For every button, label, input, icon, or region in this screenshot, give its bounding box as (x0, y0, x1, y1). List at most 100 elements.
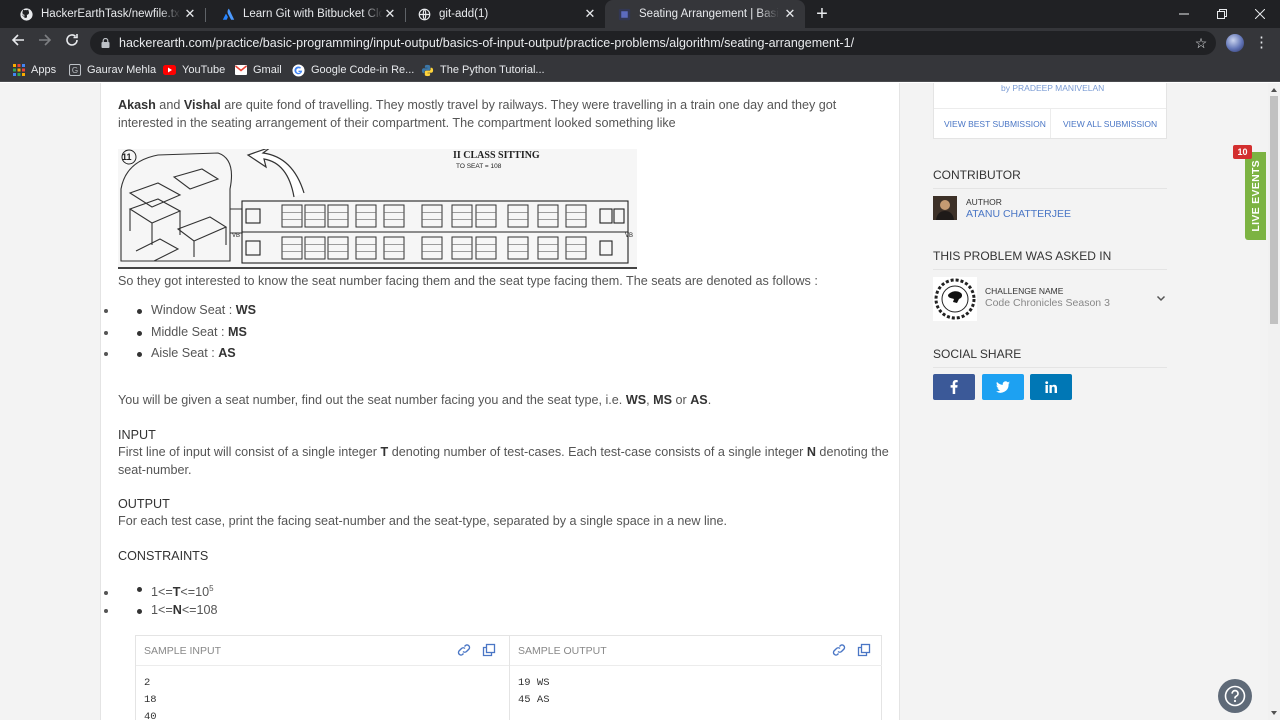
chevron-down-icon[interactable] (1155, 292, 1167, 304)
bookmark-label: Gmail (253, 64, 282, 76)
scrollbar-thumb[interactable] (1270, 96, 1278, 324)
seat-block (475, 204, 497, 228)
address-bar[interactable]: ☆ (90, 31, 1216, 55)
browser-menu-icon[interactable]: ⋮ (1254, 33, 1269, 53)
constraint-exponent: 5 (209, 584, 214, 593)
task-sentence: You will be given a seat number, find ou… (118, 393, 626, 407)
author-name-link[interactable]: ATANU CHATTERJEE (966, 208, 1071, 220)
input-description: First line of input will consist of a si… (118, 444, 893, 479)
seat-block (327, 236, 349, 260)
name-vishal: Vishal (183, 98, 221, 112)
list-item: Aisle Seat : AS (118, 343, 893, 365)
submission-box: by PRADEEP MANIVELAN VIEW BEST SUBMISSIO… (933, 83, 1167, 139)
name-akash: Akash (118, 98, 156, 112)
problem-intro: Akash and Vishal are quite fond of trave… (118, 97, 893, 132)
seat-block (451, 236, 473, 260)
sample-input-label: SAMPLE INPUT (144, 644, 222, 657)
tab-github[interactable]: HackerEarthTask/newfile.txt at m ✕ (0, 0, 205, 28)
seat-block (355, 204, 377, 228)
reload-button[interactable] (62, 33, 82, 53)
linkedin-share-button[interactable] (1030, 374, 1072, 400)
seat-type-code: WS (235, 303, 256, 317)
bookmark-google-code-in[interactable]: Google Code-in Re... (292, 62, 414, 78)
constraint-var: N (172, 602, 182, 617)
seat-block (304, 204, 326, 228)
facebook-share-button[interactable] (933, 374, 975, 400)
view-all-submission-link[interactable]: VIEW ALL SUBMISSION (1063, 119, 1157, 129)
twitter-share-button[interactable] (982, 374, 1024, 400)
python-icon (421, 64, 434, 77)
apps-grid-icon (12, 64, 25, 77)
tab-git-add[interactable]: git-add(1) ✕ (406, 0, 605, 28)
minimize-button[interactable] (1164, 0, 1204, 28)
google-icon (292, 63, 305, 77)
page-scrollbar[interactable] (1268, 83, 1280, 720)
youtube-icon (163, 64, 176, 77)
close-icon[interactable]: ✕ (383, 7, 397, 21)
bookmark-label: Google Code-in Re... (311, 64, 415, 76)
seat-type-code: MS (228, 324, 247, 339)
submitter-name[interactable]: PRADEEP MANIVELAN (1012, 83, 1104, 93)
help-button[interactable] (1218, 679, 1252, 713)
seat-block (537, 204, 559, 228)
live-events-tab[interactable]: LIVE EVENTS (1245, 152, 1266, 240)
link-icon[interactable] (832, 643, 846, 657)
profile-avatar[interactable] (1226, 34, 1244, 52)
seat-type-label: Middle Seat : (151, 324, 229, 339)
bookmark-gmail[interactable]: Gmail (234, 62, 282, 78)
author-avatar[interactable] (933, 196, 957, 220)
browser-tab-strip: HackerEarthTask/newfile.txt at m ✕ Learn… (0, 0, 1280, 28)
challenge-logo[interactable] (933, 277, 977, 321)
copy-icon[interactable] (857, 643, 871, 657)
constraint-text: 1<= (151, 585, 173, 600)
back-button[interactable] (8, 33, 28, 53)
list-item: 1<=N<=108 (118, 600, 893, 622)
view-best-submission-link[interactable]: VIEW BEST SUBMISSION (944, 119, 1046, 129)
page-viewport: Akash and Vishal are quite fond of trave… (0, 83, 1280, 720)
forward-button[interactable] (35, 33, 55, 53)
var-n: N (806, 445, 816, 459)
close-icon[interactable]: ✕ (183, 7, 197, 21)
constraints-heading: CONSTRAINTS (118, 549, 209, 563)
gmail-icon (234, 64, 247, 77)
copy-icon[interactable] (482, 643, 496, 657)
seat-block (421, 236, 443, 260)
seat-block (383, 236, 405, 260)
close-icon[interactable]: ✕ (583, 7, 597, 21)
tab-bitbucket[interactable]: Learn Git with Bitbucket Cloud | A ✕ (206, 0, 405, 28)
atlassian-icon (221, 7, 235, 21)
bookmark-label: Apps (31, 64, 57, 76)
new-tab-button[interactable]: + (812, 4, 832, 24)
output-heading: OUTPUT (118, 497, 170, 511)
bookmark-gaurav-mehla[interactable]: G Gaurav Mehla (68, 62, 156, 78)
link-icon[interactable] (457, 643, 471, 657)
lock-icon (101, 37, 111, 48)
restore-button[interactable] (1202, 0, 1242, 28)
seat-block (565, 236, 587, 260)
seat-block (451, 204, 473, 228)
close-window-button[interactable] (1240, 0, 1280, 28)
bookmark-apps[interactable]: Apps (12, 62, 56, 78)
seat-block (304, 236, 326, 260)
tab-label: Seating Arrangement | Basics of I (639, 8, 779, 20)
author-label: AUTHOR (966, 197, 1002, 207)
bookmark-youtube[interactable]: YouTube (163, 62, 225, 78)
github-icon (19, 7, 33, 21)
sample-output-label: SAMPLE OUTPUT (518, 644, 607, 657)
scroll-up-arrow[interactable] (1271, 88, 1277, 92)
close-icon[interactable]: ✕ (783, 7, 797, 21)
bookmark-g-icon: G (68, 64, 81, 77)
challenge-name[interactable]: Code Chronicles Season 3 (985, 297, 1110, 309)
url-input[interactable] (119, 36, 1192, 50)
seat-block (281, 236, 303, 260)
seat-block (383, 204, 405, 228)
sample-input-panel: SAMPLE INPUT 2 18 40 (136, 636, 509, 720)
bookmark-label: YouTube (182, 64, 226, 76)
bookmark-python-tutorial[interactable]: The Python Tutorial... (421, 62, 545, 78)
scroll-down-arrow[interactable] (1271, 711, 1277, 715)
seat-block (537, 236, 559, 260)
bookmark-star-icon[interactable]: ☆ (1192, 35, 1210, 52)
sample-io-box: SAMPLE INPUT 2 18 40 SAMPLE OUTPUT 19 WS… (135, 635, 882, 720)
tab-seating-arrangement[interactable]: Seating Arrangement | Basics of I ✕ (605, 0, 805, 28)
hackerearth-icon (617, 7, 631, 21)
